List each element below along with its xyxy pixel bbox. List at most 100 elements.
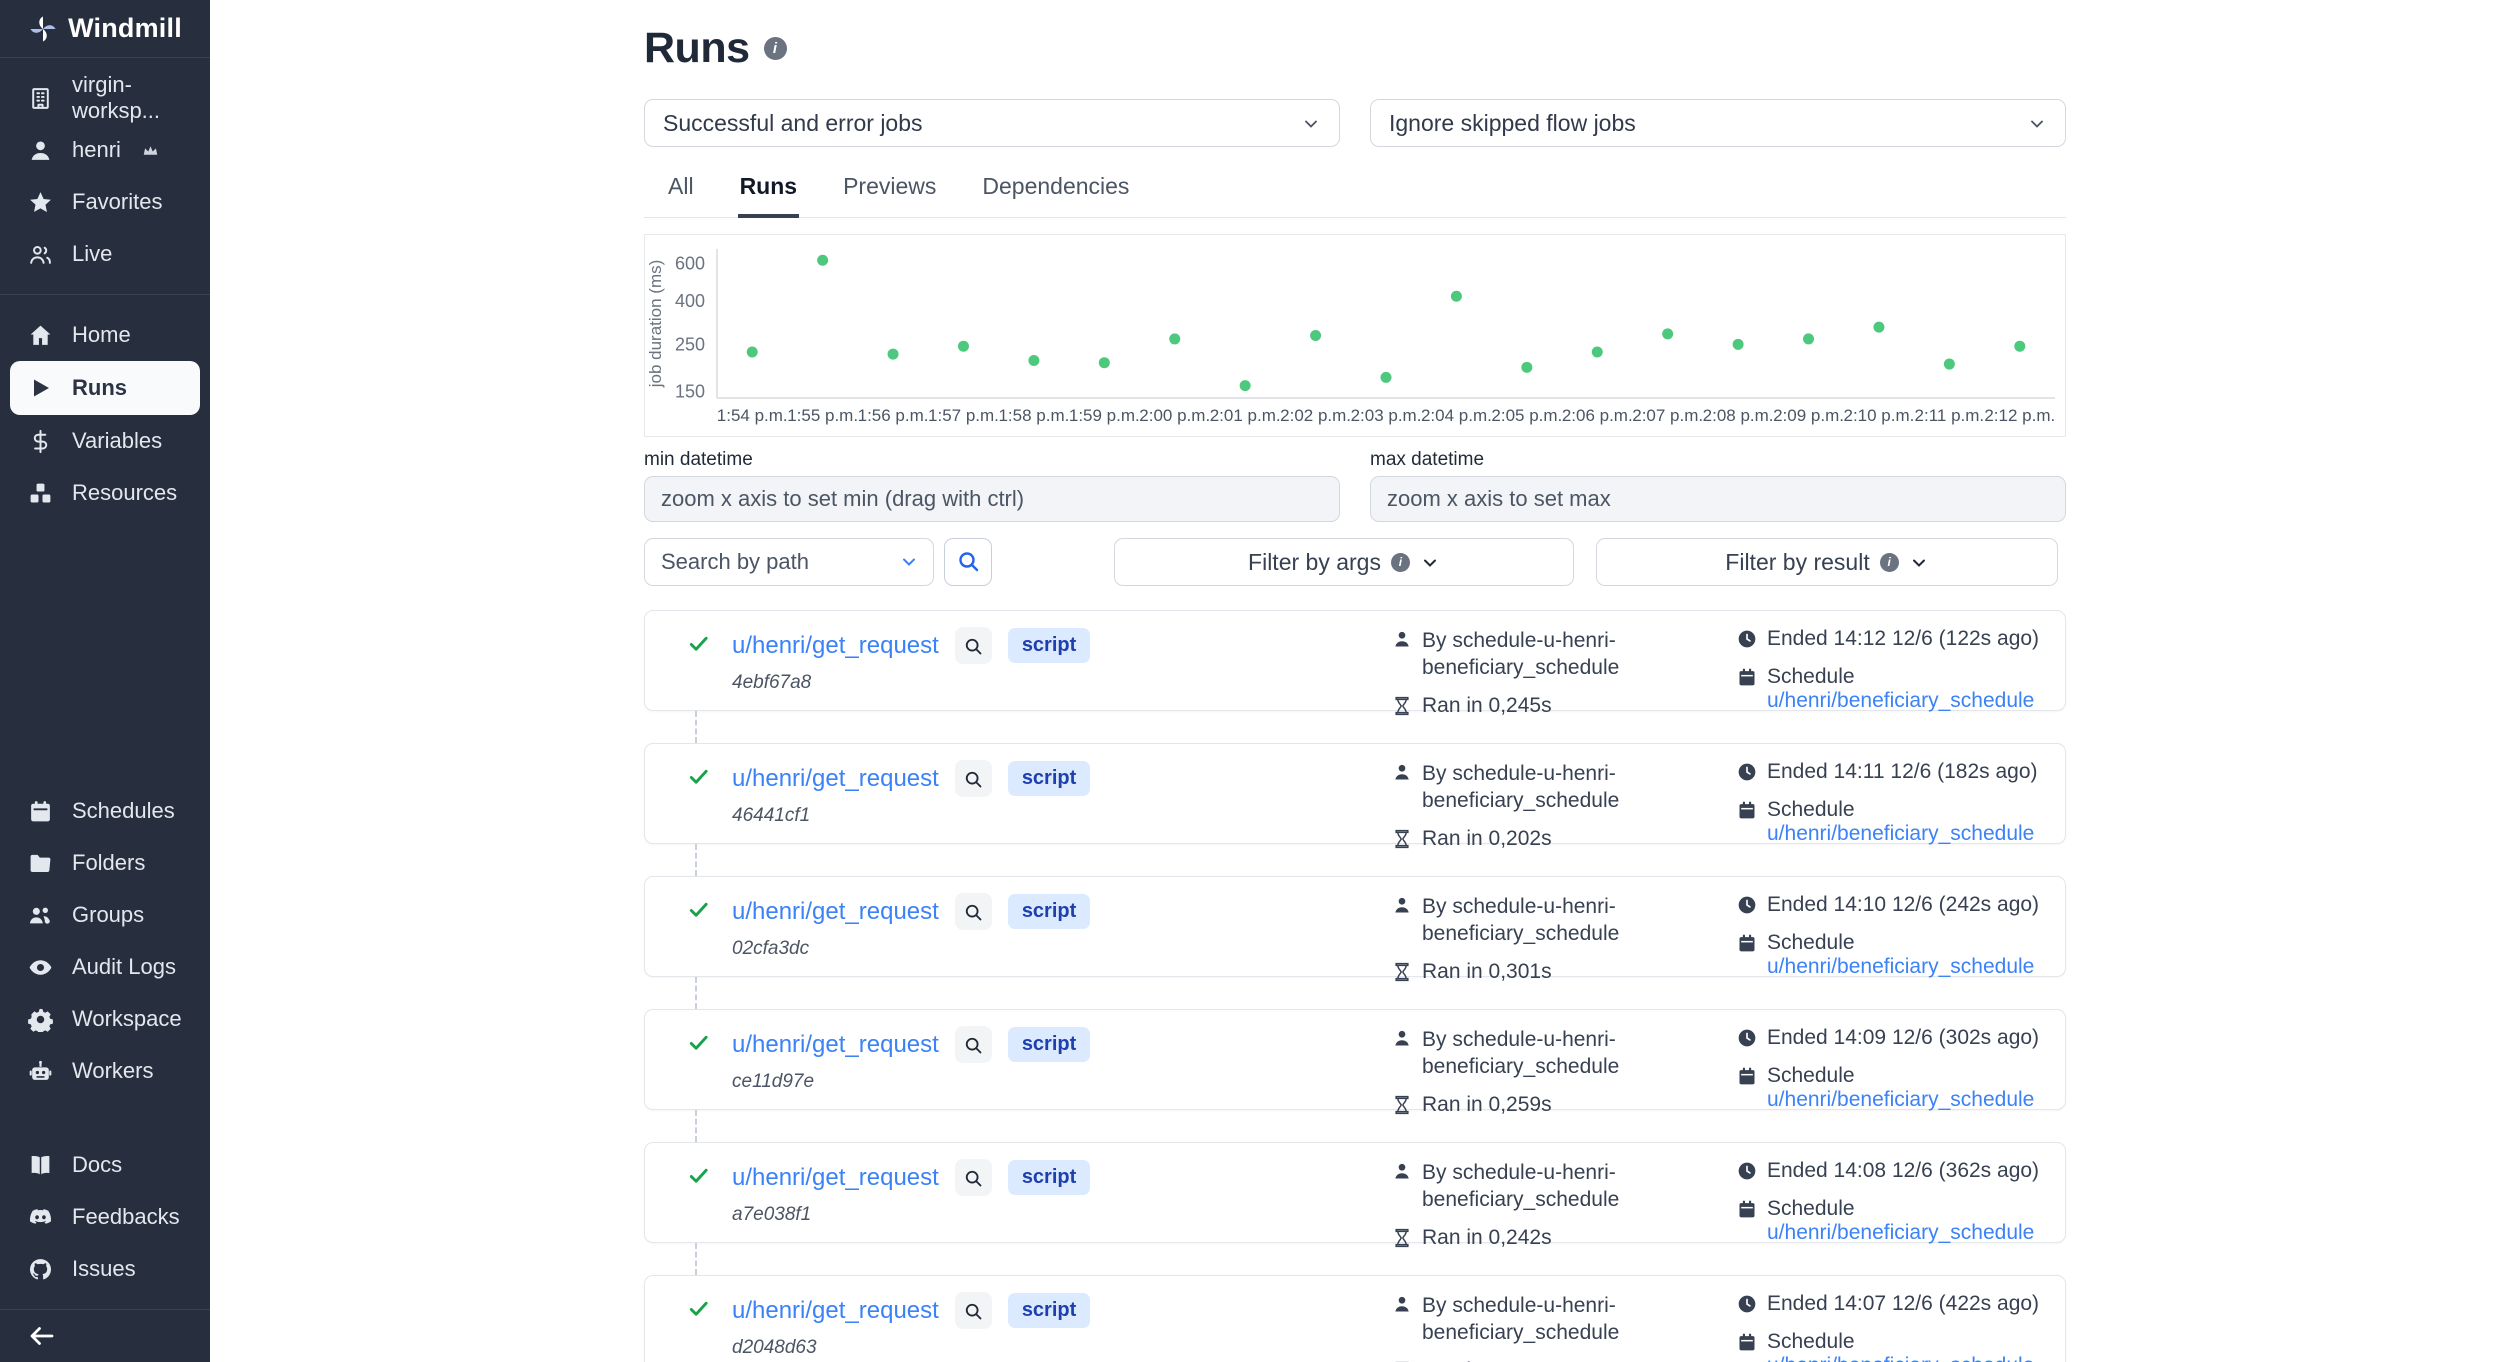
calendar-icon (1737, 800, 1757, 826)
run-path-link[interactable]: u/henri/get_request (732, 898, 939, 926)
workspace-switcher[interactable]: virgin-worksp... (0, 72, 210, 124)
sidebar-item-variables[interactable]: Variables (0, 415, 210, 467)
inspect-run-button[interactable] (955, 1159, 992, 1196)
page-title: Runs (644, 24, 750, 73)
run-triggered-by: By schedule-u-henri-beneficiary_schedule (1422, 760, 1642, 815)
schedule-path-link[interactable]: u/henri/beneficiary_schedule (1767, 1354, 2034, 1362)
filter-by-result-label: Filter by result (1725, 549, 1869, 576)
schedule-path-link[interactable]: u/henri/beneficiary_schedule (1767, 1088, 2034, 1111)
sidebar-item-resources-label: Resources (72, 480, 177, 506)
sidebar-item-home[interactable]: Home (0, 309, 210, 361)
run-card[interactable]: u/henri/get_request script 02cfa3dc By s… (644, 876, 2066, 977)
collapse-sidebar-arrow-icon[interactable] (27, 1321, 57, 1351)
tab-previews[interactable]: Previews (841, 167, 938, 218)
run-ended-time: Ended 14:12 12/6 (122s ago) (1767, 627, 2039, 651)
chevron-down-icon (899, 552, 919, 572)
star-icon (27, 189, 53, 215)
run-timeline-connector (695, 1243, 697, 1275)
robot-icon (27, 1058, 53, 1084)
svg-text:2:04 p.m.: 2:04 p.m. (1421, 406, 1492, 425)
sidebar-item-workspace[interactable]: Workspace (0, 993, 210, 1045)
run-path-link[interactable]: u/henri/get_request (732, 1164, 939, 1192)
sidebar-item-audit-logs-label: Audit Logs (72, 954, 176, 980)
run-schedule: Schedule u/henri/beneficiary_schedule (1767, 798, 2041, 846)
user-icon (1392, 1294, 1412, 1320)
sidebar-item-issues[interactable]: Issues (0, 1243, 210, 1295)
calendar-icon (1737, 1199, 1757, 1225)
run-card[interactable]: u/henri/get_request script 46441cf1 By s… (644, 743, 2066, 844)
chevron-down-icon (2027, 113, 2047, 133)
job-status-select[interactable]: Successful and error jobs (644, 99, 1340, 147)
run-path-link[interactable]: u/henri/get_request (732, 1031, 939, 1059)
user-menu-label: henri (72, 137, 121, 163)
hourglass-icon (1392, 829, 1412, 855)
schedule-path-link[interactable]: u/henri/beneficiary_schedule (1767, 689, 2034, 712)
chevron-down-icon (1301, 113, 1321, 133)
inspect-run-button[interactable] (955, 627, 992, 664)
run-card[interactable]: u/henri/get_request script d2048d63 By s… (644, 1275, 2066, 1362)
user-icon (1392, 629, 1412, 655)
svg-text:2:01 p.m.: 2:01 p.m. (1210, 406, 1281, 425)
tab-all[interactable]: All (666, 167, 696, 218)
run-ended-time: Ended 14:10 12/6 (242s ago) (1767, 893, 2039, 917)
user-menu[interactable]: henri (0, 124, 210, 176)
sidebar-item-groups[interactable]: Groups (0, 889, 210, 941)
sidebar-item-resources[interactable]: Resources (0, 467, 210, 519)
book-icon (27, 1152, 53, 1178)
svg-text:2:05 p.m.: 2:05 p.m. (1491, 406, 1562, 425)
people-icon (27, 241, 53, 267)
tab-runs[interactable]: Runs (738, 167, 800, 218)
sidebar-item-schedules-label: Schedules (72, 798, 175, 824)
max-datetime-label: max datetime (1370, 449, 2066, 471)
run-card[interactable]: u/henri/get_request script a7e038f1 By s… (644, 1142, 2066, 1243)
sidebar-item-workers[interactable]: Workers (0, 1045, 210, 1097)
schedule-path-link[interactable]: u/henri/beneficiary_schedule (1767, 822, 2034, 845)
folder-icon (27, 850, 53, 876)
run-path-link[interactable]: u/henri/get_request (732, 1297, 939, 1325)
filter-by-args-button[interactable]: Filter by args i (1114, 538, 1574, 586)
search-button[interactable] (944, 538, 992, 586)
sidebar-item-schedules[interactable]: Schedules (0, 785, 210, 837)
min-datetime-input[interactable] (644, 476, 1340, 522)
svg-text:1:56 p.m.: 1:56 p.m. (858, 406, 929, 425)
run-triggered-by: By schedule-u-henri-beneficiary_schedule (1422, 1159, 1642, 1214)
sidebar-item-home-label: Home (72, 322, 131, 348)
inspect-run-button[interactable] (955, 893, 992, 930)
run-card[interactable]: u/henri/get_request script 4ebf67a8 By s… (644, 610, 2066, 711)
max-datetime-input[interactable] (1370, 476, 2066, 522)
run-path-link[interactable]: u/henri/get_request (732, 765, 939, 793)
info-icon[interactable]: i (764, 37, 787, 60)
run-path-link[interactable]: u/henri/get_request (732, 632, 939, 660)
run-duration: Ran in 0,242s (1422, 1226, 1552, 1250)
skipped-flow-select[interactable]: Ignore skipped flow jobs (1370, 99, 2066, 147)
clock-icon (1737, 629, 1757, 655)
sidebar-item-runs[interactable]: Runs (10, 361, 200, 415)
schedule-path-link[interactable]: u/henri/beneficiary_schedule (1767, 955, 2034, 978)
schedule-path-link[interactable]: u/henri/beneficiary_schedule (1767, 1221, 2034, 1244)
sidebar-item-feedbacks-label: Feedbacks (72, 1204, 180, 1230)
filter-by-result-button[interactable]: Filter by result i (1596, 538, 2058, 586)
sidebar-item-live-label: Live (72, 241, 112, 267)
inspect-run-button[interactable] (955, 1292, 992, 1329)
run-ended-time: Ended 14:09 12/6 (302s ago) (1767, 1026, 2039, 1050)
sidebar-item-live[interactable]: Live (0, 228, 210, 280)
job-status-select-value: Successful and error jobs (663, 110, 923, 137)
run-id: d2048d63 (732, 1337, 1090, 1359)
inspect-run-button[interactable] (955, 760, 992, 797)
sidebar-item-audit-logs[interactable]: Audit Logs (0, 941, 210, 993)
sidebar-item-favorites[interactable]: Favorites (0, 176, 210, 228)
sidebar-item-folders[interactable]: Folders (0, 837, 210, 889)
job-duration-chart[interactable]: 150250400600job duration (ms)1:54 p.m.1:… (644, 234, 2066, 437)
app-logo[interactable]: Windmill (0, 0, 210, 58)
run-duration: Ran in 0,202s (1422, 827, 1552, 851)
inspect-run-button[interactable] (955, 1026, 992, 1063)
clock-icon (1737, 895, 1757, 921)
run-card[interactable]: u/henri/get_request script ce11d97e By s… (644, 1009, 2066, 1110)
run-triggered-by: By schedule-u-henri-beneficiary_schedule (1422, 893, 1642, 948)
min-datetime-label: min datetime (644, 449, 1340, 471)
sidebar-item-feedbacks[interactable]: Feedbacks (0, 1191, 210, 1243)
tab-dependencies[interactable]: Dependencies (980, 167, 1131, 218)
sidebar-item-docs[interactable]: Docs (0, 1139, 210, 1191)
search-by-path-select[interactable]: Search by path (644, 538, 934, 586)
script-badge: script (1008, 628, 1090, 663)
